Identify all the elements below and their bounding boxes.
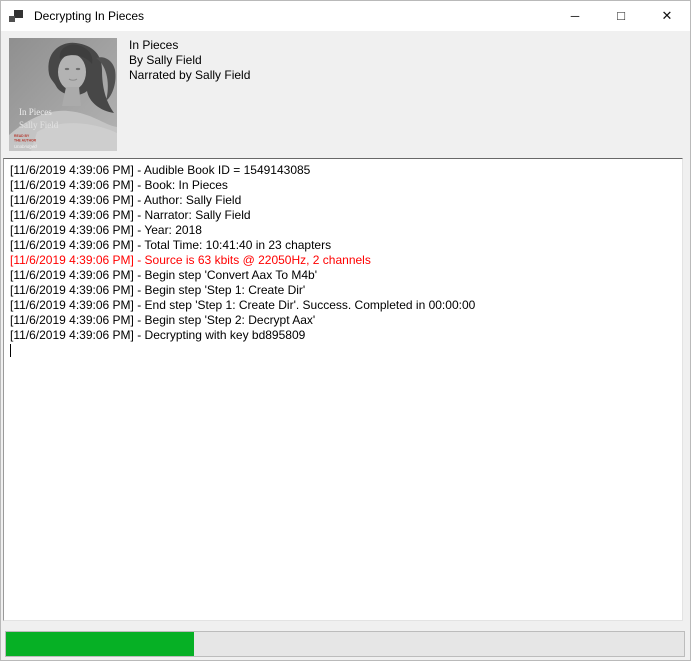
title-bar: Decrypting In Pieces ─ □ ✕ bbox=[1, 1, 690, 31]
maximize-icon: □ bbox=[617, 8, 625, 24]
maximize-button[interactable]: □ bbox=[598, 1, 644, 31]
cover-badge-line2: THE AUTHOR bbox=[14, 139, 37, 143]
book-author: By Sally Field bbox=[129, 53, 250, 68]
book-title: In Pieces bbox=[129, 38, 250, 53]
book-cover-image: In Pieces Sally Field READ BY THE AUTHOR… bbox=[9, 38, 117, 151]
close-button[interactable]: ✕ bbox=[644, 1, 690, 31]
cover-portrait-eye-left bbox=[65, 68, 69, 70]
book-narrator: Narrated by Sally Field bbox=[129, 68, 250, 83]
log-textarea[interactable]: [11/6/2019 4:39:06 PM] - Audible Book ID… bbox=[3, 158, 683, 621]
log-line: [11/6/2019 4:39:06 PM] - Audible Book ID… bbox=[10, 163, 676, 178]
log-line: [11/6/2019 4:39:06 PM] - Begin step 'Con… bbox=[10, 268, 676, 283]
cover-author-text: Sally Field bbox=[19, 120, 59, 130]
text-caret bbox=[10, 344, 11, 357]
log-line: [11/6/2019 4:39:06 PM] - Begin step 'Ste… bbox=[10, 283, 676, 298]
log-line: [11/6/2019 4:39:06 PM] - Total Time: 10:… bbox=[10, 238, 676, 253]
log-line: [11/6/2019 4:39:06 PM] - Narrator: Sally… bbox=[10, 208, 676, 223]
log-line: [11/6/2019 4:39:06 PM] - Decrypting with… bbox=[10, 328, 676, 343]
minimize-icon: ─ bbox=[571, 9, 580, 23]
minimize-button[interactable]: ─ bbox=[552, 1, 598, 31]
app-icon-square-large bbox=[14, 10, 23, 18]
cover-title-text: In Pieces bbox=[19, 107, 52, 117]
app-icon-square-small bbox=[9, 16, 15, 22]
cover-edition-text: Unabridged bbox=[14, 144, 37, 149]
log-line: [11/6/2019 4:39:06 PM] - Book: In Pieces bbox=[10, 178, 676, 193]
cover-portrait-eye-right bbox=[76, 68, 80, 70]
close-icon: ✕ bbox=[662, 9, 673, 24]
window-controls: ─ □ ✕ bbox=[552, 1, 690, 31]
window-title: Decrypting In Pieces bbox=[34, 9, 144, 23]
app-icon bbox=[9, 9, 23, 23]
log-line: [11/6/2019 4:39:06 PM] - Begin step 'Ste… bbox=[10, 313, 676, 328]
cover-portrait-face bbox=[58, 54, 86, 90]
book-info: In Pieces By Sally Field Narrated by Sal… bbox=[129, 38, 250, 83]
progress-bar bbox=[5, 631, 685, 657]
cover-badge-line1: READ BY bbox=[14, 134, 30, 138]
log-line: [11/6/2019 4:39:06 PM] - Author: Sally F… bbox=[10, 193, 676, 208]
progress-bar-fill bbox=[6, 632, 194, 656]
log-lines: [11/6/2019 4:39:06 PM] - Audible Book ID… bbox=[10, 163, 676, 343]
app-window: Decrypting In Pieces ─ □ ✕ bbox=[0, 0, 691, 661]
log-line: [11/6/2019 4:39:06 PM] - Source is 63 kb… bbox=[10, 253, 676, 268]
log-line: [11/6/2019 4:39:06 PM] - Year: 2018 bbox=[10, 223, 676, 238]
log-line: [11/6/2019 4:39:06 PM] - End step 'Step … bbox=[10, 298, 676, 313]
